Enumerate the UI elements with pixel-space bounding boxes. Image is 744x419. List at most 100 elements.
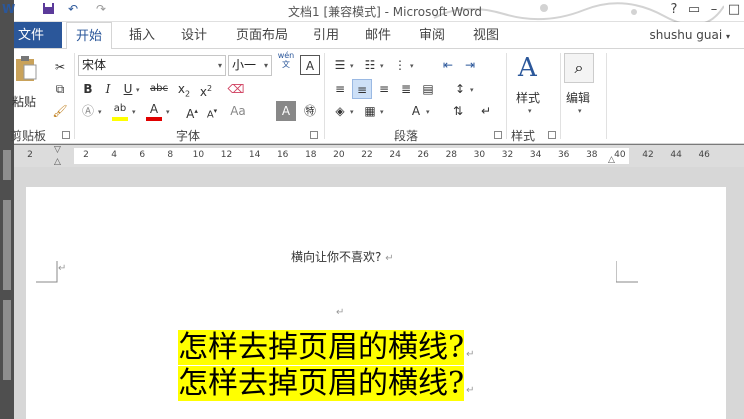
- chevron-down-icon[interactable]: ▾: [350, 108, 354, 116]
- first-line-indent-marker[interactable]: ▽: [54, 145, 61, 155]
- paragraph-mark: ↵: [466, 385, 475, 396]
- superscript-button[interactable]: x2: [196, 79, 216, 99]
- save-icon[interactable]: [42, 2, 55, 18]
- ruler-number: 28: [445, 150, 458, 160]
- styles-launcher-icon[interactable]: [548, 131, 556, 139]
- chevron-down-icon[interactable]: ▾: [426, 108, 430, 116]
- align-center-icon[interactable]: ≡: [352, 79, 372, 99]
- title-bar: W ↶ ↷ 文档1 [兼容模式] - Microsoft Word ? ▭ – …: [2, 0, 744, 22]
- phonetic-guide-button[interactable]: wén 文: [276, 51, 296, 71]
- align-right-icon[interactable]: ≡: [374, 79, 394, 99]
- margin-corner-mark: [36, 261, 58, 283]
- clipboard-launcher-icon[interactable]: [62, 131, 70, 139]
- font-launcher-icon[interactable]: [310, 131, 318, 139]
- font-size-combo[interactable]: 小一 ▾: [228, 55, 272, 76]
- ribbon-options-icon[interactable]: ▭: [684, 1, 704, 19]
- chevron-down-icon[interactable]: ▾: [132, 108, 136, 116]
- shading-icon[interactable]: ◈: [330, 101, 350, 121]
- increase-indent-icon[interactable]: ⇥: [460, 55, 480, 75]
- highlight-color-button[interactable]: ab: [110, 99, 130, 119]
- paragraph-launcher-icon[interactable]: [494, 131, 502, 139]
- tab-mailings[interactable]: 邮件: [358, 22, 398, 49]
- desktop-bar: [3, 200, 11, 290]
- character-shading-button[interactable]: A: [276, 101, 296, 121]
- tab-references[interactable]: 引用: [306, 22, 346, 49]
- redo-icon[interactable]: ↷: [96, 2, 106, 16]
- clipboard-group-label: 剪贴板: [10, 129, 47, 143]
- grow-font-button[interactable]: A▴: [182, 101, 202, 121]
- align-left-icon[interactable]: ≡: [330, 79, 350, 99]
- shrink-font-button[interactable]: A▾: [202, 101, 222, 121]
- minimize-icon[interactable]: –: [704, 1, 724, 19]
- borders-icon[interactable]: ▦: [360, 101, 380, 121]
- tab-view[interactable]: 视图: [466, 22, 506, 49]
- body-line[interactable]: 怎样去掉页眉的横线? ↵: [178, 366, 474, 409]
- tab-home[interactable]: 开始: [66, 22, 112, 49]
- font-name-combo[interactable]: 宋体 ▾: [78, 55, 226, 76]
- text-effects-icon[interactable]: Ⓐ: [78, 101, 98, 121]
- chevron-down-icon[interactable]: ▾: [166, 108, 170, 116]
- underline-button[interactable]: U: [118, 79, 138, 99]
- user-account[interactable]: shushu guai ▾: [650, 22, 731, 50]
- font-group-label: 字体: [176, 129, 201, 143]
- desktop-bar: [3, 300, 11, 380]
- styles-icon: A: [518, 53, 537, 83]
- subscript-button[interactable]: x2: [174, 79, 194, 99]
- tab-insert[interactable]: 插入: [122, 22, 162, 49]
- tab-design[interactable]: 设计: [174, 22, 214, 49]
- bold-button[interactable]: B: [78, 79, 98, 99]
- editing-button[interactable]: ⌕ 编辑 ▾: [564, 53, 600, 119]
- group-separator: [560, 53, 561, 139]
- character-border-button[interactable]: A: [300, 55, 320, 75]
- strikethrough-button[interactable]: abc: [146, 79, 172, 99]
- chevron-down-icon: ▾: [217, 61, 222, 70]
- enclose-characters-icon[interactable]: ㊕: [300, 101, 320, 121]
- word-app-icon[interactable]: W: [2, 2, 15, 16]
- group-separator: [506, 53, 507, 139]
- phonetic-guide-glyph: wén: [277, 51, 295, 60]
- copy-icon[interactable]: ⧉: [50, 79, 70, 99]
- distributed-icon[interactable]: ▤: [418, 79, 438, 99]
- decrease-indent-icon[interactable]: ⇤: [438, 55, 458, 75]
- change-case-icon[interactable]: Aa: [228, 101, 248, 121]
- italic-button[interactable]: I: [98, 79, 118, 99]
- multilevel-list-icon[interactable]: ⋮: [390, 55, 410, 75]
- chevron-down-icon[interactable]: ▾: [380, 108, 384, 116]
- chevron-down-icon[interactable]: ▾: [410, 62, 414, 70]
- show-marks-icon[interactable]: ↵: [476, 101, 496, 121]
- paste-button[interactable]: 粘贴: [12, 55, 42, 115]
- chevron-down-icon[interactable]: ▾: [350, 62, 354, 70]
- numbering-icon[interactable]: ☷: [360, 55, 380, 75]
- chevron-down-icon[interactable]: ▾: [470, 86, 474, 94]
- chevron-down-icon: ▾: [263, 61, 268, 70]
- chinese-layout-icon[interactable]: A: [406, 101, 426, 121]
- bullets-icon[interactable]: ☰: [330, 55, 350, 75]
- chevron-down-icon[interactable]: ▾: [136, 86, 140, 94]
- format-painter-icon[interactable]: 🖌: [50, 101, 70, 121]
- undo-icon[interactable]: ↶: [68, 2, 78, 16]
- clear-formatting-icon[interactable]: ⌫: [226, 79, 246, 99]
- clipboard-icon: [16, 56, 37, 81]
- ruler-number: 42: [642, 150, 654, 160]
- ruler-number: 8: [167, 150, 174, 160]
- cut-icon[interactable]: ✂: [50, 57, 70, 77]
- ruler-number: 24: [389, 150, 401, 160]
- justify-icon[interactable]: ≣: [396, 79, 416, 99]
- tab-page-layout[interactable]: 页面布局: [232, 22, 292, 49]
- styles-button[interactable]: A 样式 ▾: [514, 53, 550, 119]
- chevron-down-icon[interactable]: ▾: [380, 62, 384, 70]
- header-text[interactable]: 横向让你不喜欢? ↵: [291, 248, 394, 265]
- hanging-indent-marker[interactable]: △: [54, 157, 61, 167]
- line-spacing-icon[interactable]: ↕: [450, 79, 470, 99]
- sort-icon[interactable]: ⇅: [448, 101, 468, 121]
- horizontal-ruler[interactable]: ▽ △ △ 2 2 4 6 8 10 12 14 16 18 20 22 24 26 28 30 32 34 36 3…: [14, 145, 744, 167]
- maximize-icon[interactable]: □: [724, 1, 744, 19]
- help-icon[interactable]: ?: [664, 1, 684, 19]
- tab-file[interactable]: 文件: [14, 22, 62, 49]
- margin-corner-mark: [616, 261, 638, 283]
- tab-review[interactable]: 审阅: [412, 22, 452, 49]
- document-page[interactable]: ↵ 横向让你不喜欢? ↵ ↵ 怎样去掉页眉的横线? ↵ 怎样去掉页眉的横线? ↵: [26, 187, 726, 419]
- font-color-button[interactable]: A: [144, 99, 164, 119]
- highlighted-text: 怎样去掉页眉的横线?: [178, 330, 465, 365]
- chevron-down-icon[interactable]: ▾: [98, 108, 102, 116]
